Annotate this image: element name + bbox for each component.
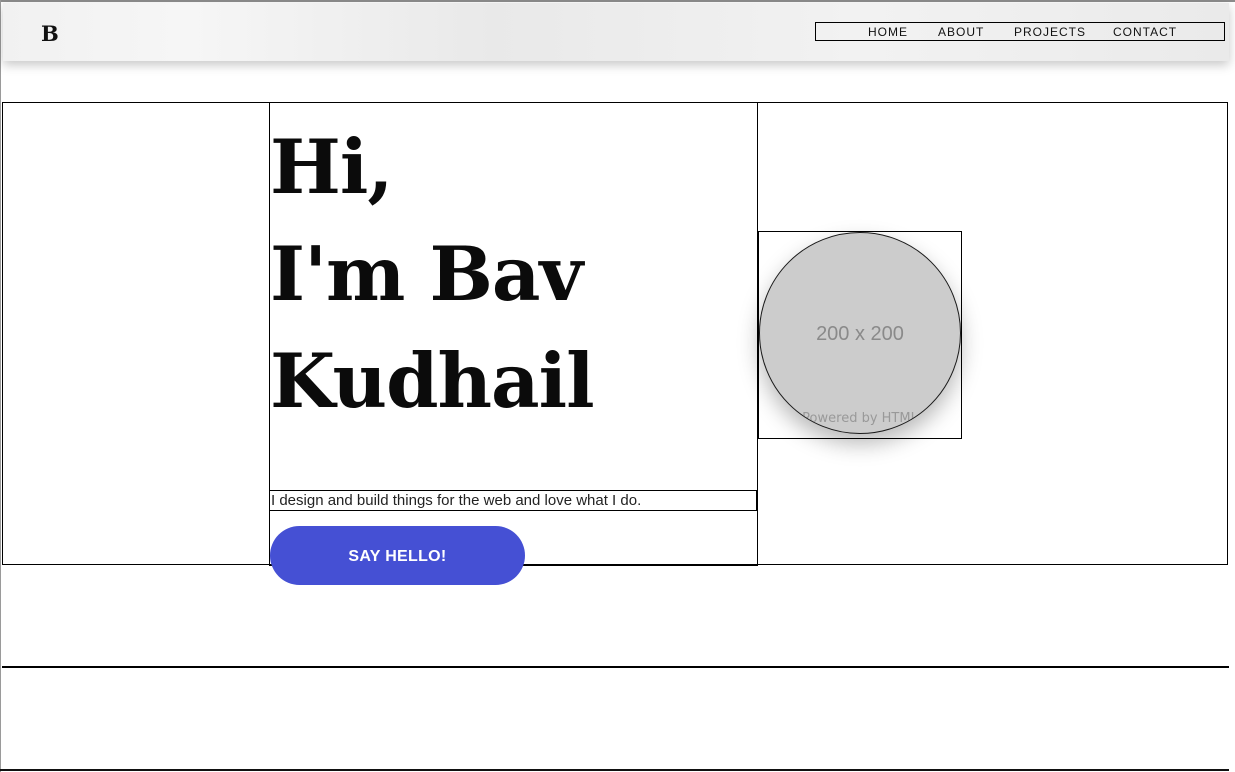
page-frame-left (0, 0, 1, 772)
site-header: B HOME ABOUT PROJECTS CONTACT (3, 3, 1229, 61)
nav-link-about[interactable]: ABOUT (938, 25, 984, 39)
nav-link-projects[interactable]: PROJECTS (1014, 25, 1086, 39)
hero-heading: Hi, I'm Bav Kudhail (270, 114, 756, 435)
hero-heading-line-1: Hi, (270, 123, 393, 211)
nav-link-home[interactable]: HOME (868, 25, 908, 39)
main-nav: HOME ABOUT PROJECTS CONTACT (815, 22, 1225, 41)
avatar: 200 x 200 Powered by HTML (759, 232, 961, 434)
page-frame-top (0, 0, 1235, 2)
hero-heading-line-2: I'm Bav (270, 230, 583, 318)
brand-logo[interactable]: B (41, 21, 59, 47)
hero-heading-line-3: Kudhail (270, 337, 595, 425)
nav-link-contact[interactable]: CONTACT (1113, 25, 1177, 39)
avatar-watermark: Powered by HTML (802, 411, 918, 426)
hero-tagline: I design and build things for the web an… (269, 490, 757, 511)
bottom-rule (0, 769, 1229, 771)
section-divider (2, 666, 1229, 668)
say-hello-button[interactable]: SAY HELLO! (270, 526, 525, 585)
avatar-placeholder-text: 200 x 200 (816, 323, 904, 345)
